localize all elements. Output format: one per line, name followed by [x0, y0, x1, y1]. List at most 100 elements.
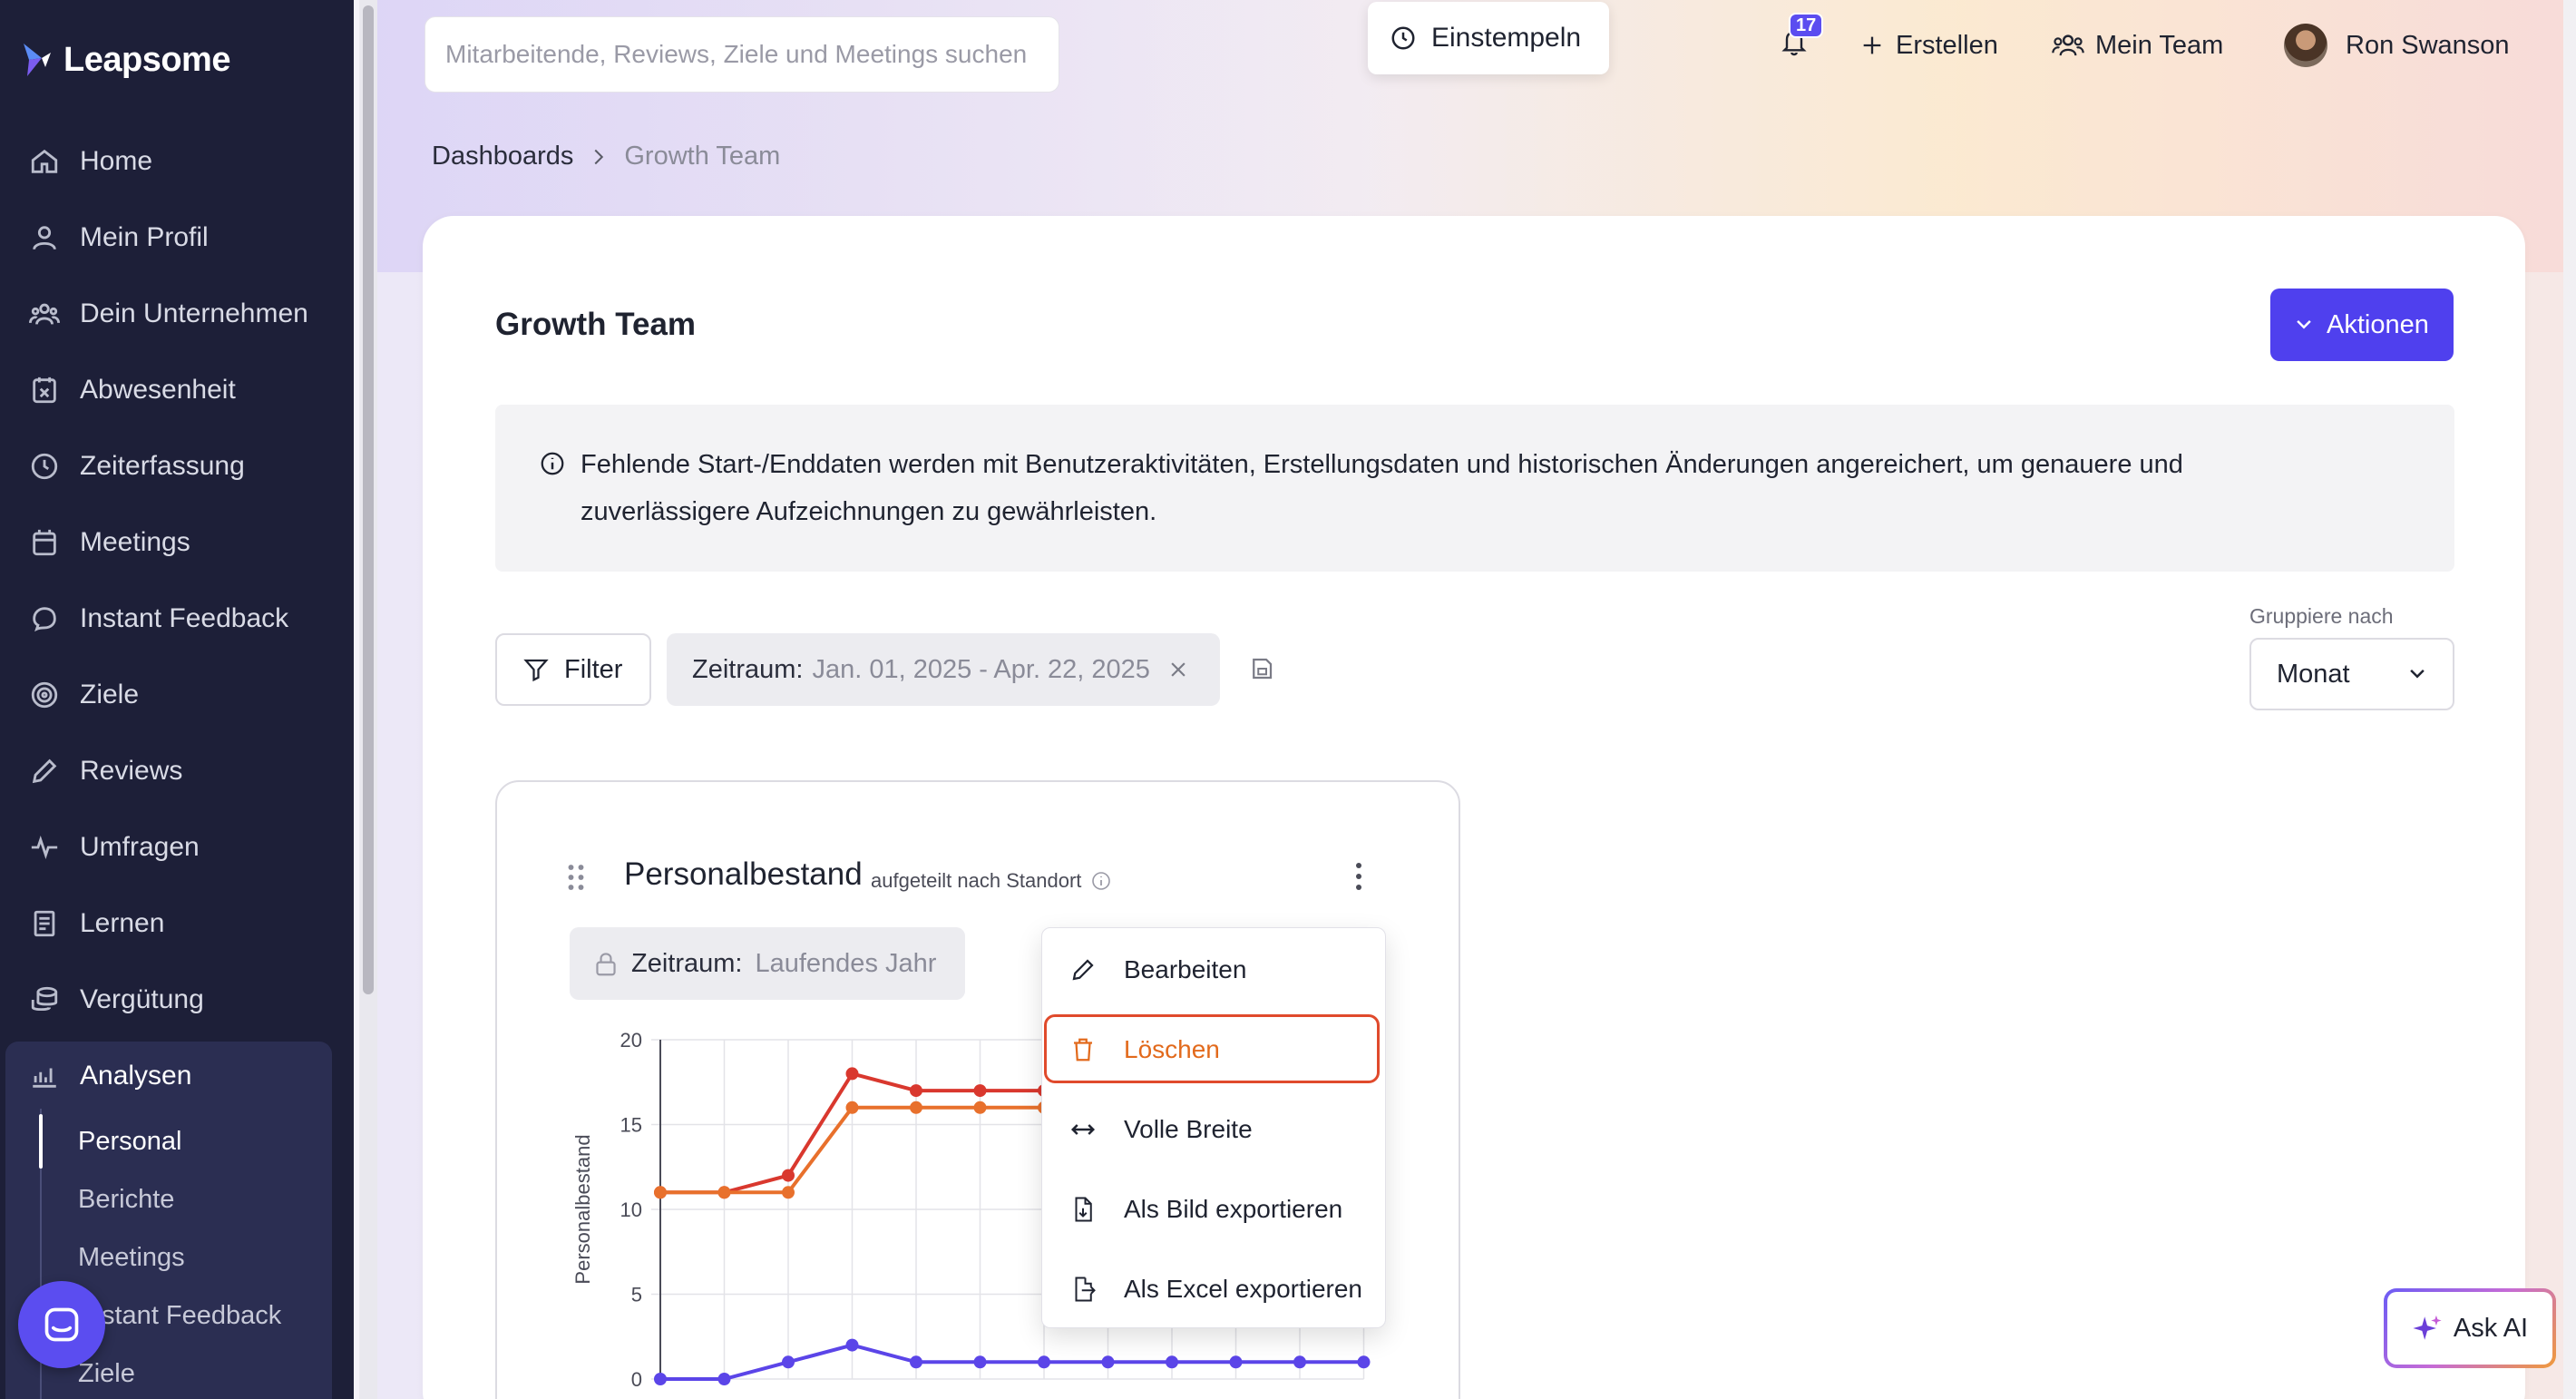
data-point: [845, 1101, 859, 1114]
sidebar-subitem-meetings[interactable]: Meetings: [78, 1243, 185, 1273]
date-range-filter-chip[interactable]: Zeitraum: Jan. 01, 2025 - Apr. 22, 2025: [667, 633, 1220, 706]
user-icon: [33, 226, 56, 250]
sidebar-item-label: Analysen: [80, 1061, 192, 1091]
menu-item-label: Als Excel exportieren: [1124, 1275, 1363, 1303]
filter-button[interactable]: Filter: [495, 633, 651, 706]
data-point: [910, 1084, 922, 1098]
data-point: [1101, 1355, 1115, 1369]
date-range-label: Zeitraum:: [692, 654, 804, 684]
user-name: Ron Swanson: [2346, 30, 2510, 60]
menu-item-export-image[interactable]: Als Bild exportieren: [1069, 1182, 1342, 1237]
search-placeholder: Mitarbeitende, Reviews, Ziele und Meetin…: [445, 40, 1028, 68]
my-team-button[interactable]: Mein Team: [2052, 20, 2223, 71]
notification-count-badge: 17: [1789, 13, 1824, 38]
ask-ai-button[interactable]: Ask AI: [2384, 1288, 2556, 1368]
support-chat-button[interactable]: [18, 1281, 105, 1368]
more-options-icon[interactable]: [1348, 860, 1370, 893]
user-menu[interactable]: Ron Swanson: [2284, 20, 2510, 71]
sidebar-subitem-instant-feedback[interactable]: stant Feedback: [102, 1301, 281, 1331]
sidebar-item-dein-unternehmen[interactable]: Dein Unternehmen: [29, 287, 308, 341]
sidebar-subitem-personal[interactable]: Personal: [78, 1127, 181, 1157]
leapsome-logo[interactable]: Leapsome: [20, 40, 230, 80]
create-button[interactable]: Erstellen: [1859, 20, 1998, 71]
data-point: [973, 1355, 987, 1369]
sidebar-item-verguetung[interactable]: Vergütung: [29, 973, 204, 1027]
data-point: [654, 1373, 667, 1385]
clock-icon: [1391, 26, 1415, 50]
data-point: [1038, 1355, 1050, 1369]
sidebar-item-label: Dein Unternehmen: [80, 298, 308, 328]
my-team-label: Mein Team: [2095, 30, 2224, 60]
sidebar-item-reviews[interactable]: Reviews: [29, 744, 182, 798]
sidebar-item-label: Instant Feedback: [80, 603, 289, 633]
sidebar-subitem-berichte[interactable]: Berichte: [78, 1185, 174, 1215]
group-by-label: Gruppiere nach: [2249, 604, 2394, 628]
widget-title: Personalbestand: [624, 856, 863, 892]
info-banner-text: Fehlende Start-/Enddaten werden mit Benu…: [581, 450, 2183, 526]
sidebar-item-label: Ziele: [80, 680, 140, 709]
sidebar-item-meetings[interactable]: Meetings: [29, 515, 190, 570]
chat-icon: [44, 1307, 79, 1342]
data-point: [1229, 1355, 1243, 1369]
file-image-icon: [1075, 1197, 1092, 1222]
page-scrollbar[interactable]: [2563, 0, 2576, 1399]
chat-icon: [33, 607, 56, 632]
save-icon[interactable]: [1248, 655, 1275, 682]
y-axis-label: Personalbestand: [571, 1134, 594, 1284]
sidebar-item-label: Umfragen: [80, 832, 200, 862]
pencil-icon: [32, 758, 57, 784]
data-point: [910, 1101, 922, 1114]
group-by-select[interactable]: Monat: [2249, 638, 2454, 710]
sparkle-icon: [2413, 1315, 2442, 1340]
sidebar-item-instant-feedback[interactable]: Instant Feedback: [29, 592, 288, 646]
widget-date-range-value: Laufendes Jahr: [755, 948, 937, 978]
data-point: [782, 1186, 795, 1199]
sidebar-item-mein-profil[interactable]: Mein Profil: [29, 210, 209, 265]
chart-icon: [33, 1068, 56, 1088]
breadcrumb-dashboards-link[interactable]: Dashboards: [432, 142, 573, 171]
menu-item-export-excel[interactable]: Als Excel exportieren: [1069, 1262, 1362, 1316]
app-name: Leapsome: [63, 40, 230, 79]
target-icon: [31, 681, 58, 709]
clock-in-button[interactable]: Einstempeln: [1368, 2, 1609, 74]
sidebar-subitem-ziele[interactable]: Ziele: [78, 1359, 135, 1389]
page-title: Growth Team: [495, 307, 697, 342]
sidebar-item-label: Meetings: [80, 527, 190, 557]
coins-icon: [31, 986, 58, 1012]
y-tick-label: 5: [631, 1284, 642, 1306]
menu-item-full-width[interactable]: Volle Breite: [1069, 1102, 1253, 1157]
sidebar-item-label: Vergütung: [80, 984, 204, 1014]
widget-options-menu: Bearbeiten Löschen Volle Breite Als Bild…: [1041, 927, 1386, 1328]
sidebar-item-zeiterfassung[interactable]: Zeiterfassung: [29, 439, 245, 494]
sidebar-item-abwesenheit[interactable]: Abwesenheit: [29, 363, 236, 417]
menu-item-label: Volle Breite: [1124, 1115, 1253, 1143]
close-icon[interactable]: [1168, 660, 1188, 680]
lock-icon: [596, 953, 616, 976]
sidebar-item-label: Zeiterfassung: [80, 451, 245, 481]
sidebar-item-home[interactable]: Home: [29, 134, 152, 189]
y-tick-label: 20: [620, 1029, 642, 1052]
date-range-value: Jan. 01, 2025 - Apr. 22, 2025: [812, 654, 1150, 684]
calendar-x-icon: [33, 377, 56, 404]
sidebar-item-analysen[interactable]: Analysen: [29, 1049, 191, 1103]
menu-item-label: Bearbeiten: [1124, 955, 1247, 983]
data-point: [1357, 1355, 1371, 1369]
global-search-input[interactable]: Mitarbeitende, Reviews, Ziele und Meetin…: [424, 16, 1059, 93]
drag-handle-icon[interactable]: [566, 862, 586, 893]
filter-icon: [523, 659, 549, 682]
widget-date-range-label: Zeitraum:: [631, 948, 743, 978]
info-icon[interactable]: [1090, 870, 1112, 892]
sidebar-item-umfragen[interactable]: Umfragen: [29, 820, 200, 875]
sidebar-scrollbar-thumb[interactable]: [363, 5, 374, 994]
sidebar-item-label: Abwesenheit: [80, 375, 236, 405]
calendar-icon: [33, 529, 56, 556]
sidebar-item-lernen[interactable]: Lernen: [29, 896, 164, 951]
actions-button[interactable]: Aktionen: [2270, 289, 2454, 361]
data-point: [973, 1101, 987, 1114]
data-point: [845, 1338, 859, 1352]
menu-item-edit[interactable]: Bearbeiten: [1069, 943, 1246, 997]
sidebar-item-ziele[interactable]: Ziele: [29, 668, 139, 722]
data-point: [717, 1373, 731, 1385]
arrows-horizontal-icon: [1070, 1124, 1096, 1135]
data-point: [910, 1355, 922, 1369]
